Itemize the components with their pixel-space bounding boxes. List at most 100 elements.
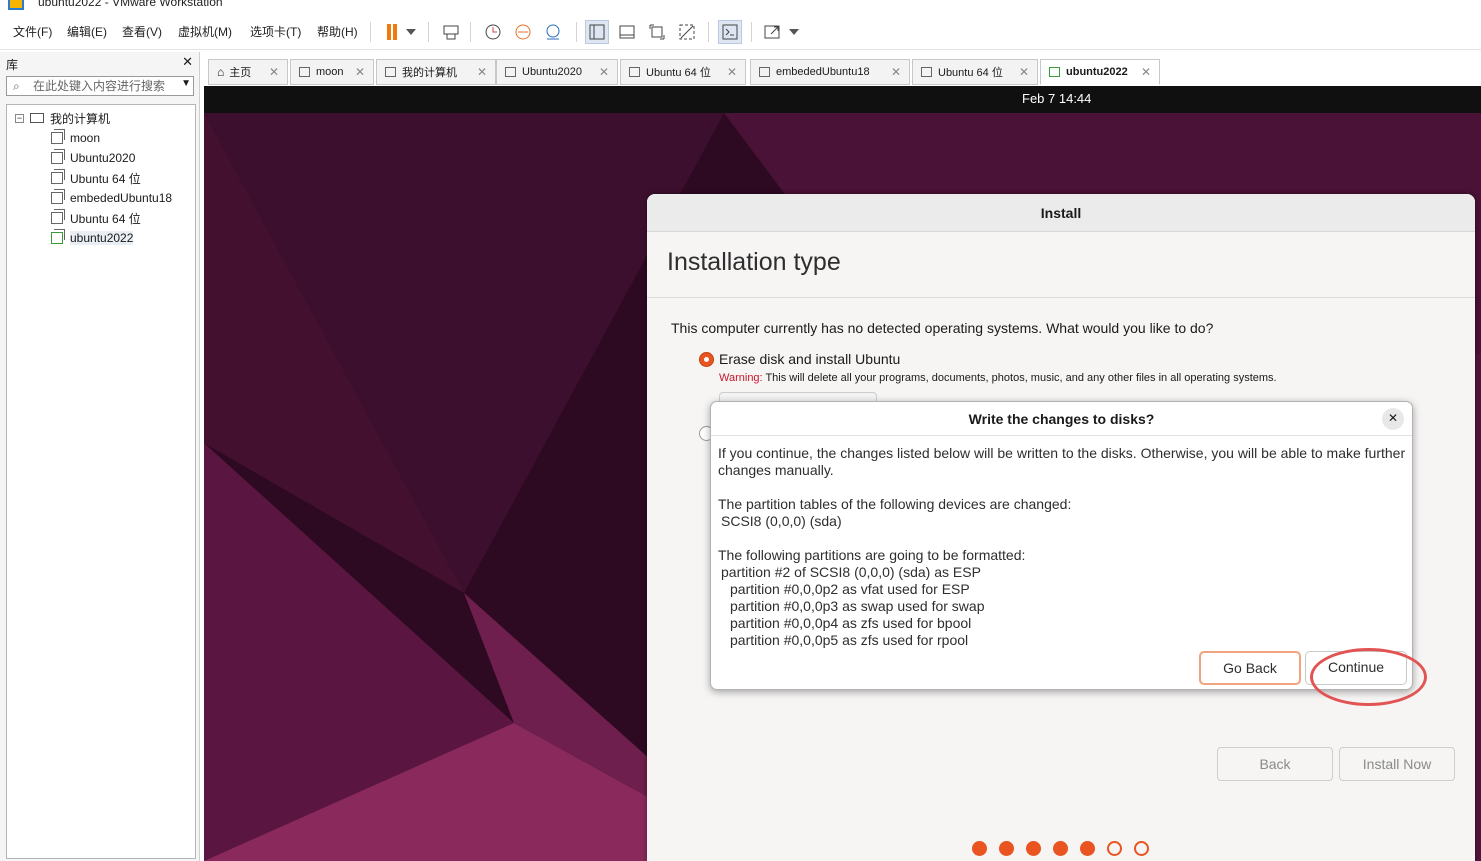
ubuntu-top-bar: Feb 7 14:44 — [204, 86, 1481, 113]
tree-item-ubuntu-64-2[interactable]: Ubuntu 64 位 — [51, 209, 141, 227]
tab-label: embededUbuntu18 — [776, 66, 870, 78]
vm-tree: − 我的计算机 moon Ubuntu2020 Ubuntu 64 位 embe… — [6, 104, 196, 859]
library-view-icon[interactable] — [585, 20, 609, 44]
back-button[interactable]: Back — [1217, 747, 1333, 781]
menu-vm[interactable]: 虚拟机(M) — [178, 23, 232, 40]
menu-tabs[interactable]: 选项卡(T) — [250, 23, 301, 40]
menu-help[interactable]: 帮助(H) — [317, 23, 358, 40]
vm-icon — [51, 169, 65, 184]
vm-icon — [51, 189, 65, 204]
erase-disk-radio[interactable] — [699, 352, 714, 367]
fullscreen-icon[interactable] — [645, 20, 669, 44]
vm-icon — [51, 129, 65, 144]
tab-ubuntu2022[interactable]: ubuntu2022 ✕ — [1040, 59, 1160, 85]
tree-item-ubuntu-64[interactable]: Ubuntu 64 位 — [51, 169, 141, 187]
tree-item-ubuntu2020[interactable]: Ubuntu2020 — [51, 149, 135, 167]
tab-close-icon[interactable]: ✕ — [269, 65, 279, 79]
menu-edit[interactable]: 编辑(E) — [67, 23, 107, 40]
toolbar-separator — [576, 22, 577, 42]
search-input[interactable] — [31, 79, 177, 93]
tab-close-icon[interactable]: ✕ — [477, 65, 487, 79]
go-back-button[interactable]: Go Back — [1199, 651, 1301, 685]
tree-item-embededubuntu18[interactable]: embededUbuntu18 — [51, 189, 172, 207]
toolbar-separator — [370, 22, 371, 42]
vm-icon — [629, 67, 640, 77]
tab-close-icon[interactable]: ✕ — [355, 65, 365, 79]
erase-disk-label[interactable]: Erase disk and install Ubuntu — [719, 351, 900, 367]
tab-moon[interactable]: moon ✕ — [290, 59, 374, 85]
tab-ubuntu-64[interactable]: Ubuntu 64 位 ✕ — [620, 59, 746, 85]
manage-snapshots-icon[interactable] — [541, 20, 565, 44]
clock: Feb 7 14:44 — [1022, 91, 1092, 106]
tab-close-icon[interactable]: ✕ — [1019, 65, 1029, 79]
install-now-button[interactable]: Install Now — [1339, 747, 1455, 781]
progress-dot — [1026, 841, 1041, 856]
tab-label: ubuntu2022 — [1066, 66, 1128, 78]
tab-close-icon[interactable]: ✕ — [599, 65, 609, 79]
tab-ubuntu-64-2[interactable]: Ubuntu 64 位 ✕ — [912, 59, 1038, 85]
vmware-logo-icon — [8, 0, 24, 10]
partitions-heading: The following partitions are going to be… — [718, 547, 1026, 563]
menu-view[interactable]: 查看(V) — [122, 23, 162, 40]
snapshot-icon[interactable] — [481, 20, 505, 44]
tree-root-my-computer[interactable]: − 我的计算机 — [15, 109, 110, 127]
tab-close-icon[interactable]: ✕ — [1141, 65, 1151, 79]
computer-icon — [30, 113, 44, 123]
dropdown-icon[interactable] — [402, 20, 420, 44]
tab-ubuntu2020[interactable]: Ubuntu2020 ✕ — [496, 59, 618, 85]
partition-line: partition #0,0,0p3 as swap used for swap — [730, 598, 985, 614]
vm-running-icon — [51, 229, 65, 244]
library-panel: 库 ✕ ⌕ ▼ − 我的计算机 moon Ubuntu2020 Ubuntu 6… — [0, 52, 200, 861]
toolbar-separator — [708, 22, 709, 42]
divider — [647, 297, 1475, 298]
library-close-icon[interactable]: ✕ — [182, 54, 193, 70]
tree-item-label: moon — [70, 131, 101, 145]
vm-running-icon — [1049, 67, 1060, 77]
dialog-title: Write the changes to disks? — [968, 411, 1155, 427]
partition-table-device: SCSI8 (0,0,0) (sda) — [721, 513, 842, 529]
tree-item-ubuntu2022[interactable]: ubuntu2022 — [51, 229, 134, 247]
menu-file[interactable]: 文件(F) — [13, 23, 52, 40]
dialog-close-icon[interactable]: ✕ — [1382, 408, 1404, 430]
library-search[interactable]: ⌕ ▼ — [6, 76, 194, 96]
stretch-dropdown-icon[interactable] — [785, 20, 803, 44]
vm-icon — [51, 149, 65, 164]
tree-item-moon[interactable]: moon — [51, 129, 100, 147]
tab-home[interactable]: ⌂ 主页 ✕ — [208, 59, 288, 85]
tab-embededubuntu18[interactable]: embededUbuntu18 ✕ — [750, 59, 910, 85]
progress-dot — [972, 841, 987, 856]
tab-close-icon[interactable]: ✕ — [891, 65, 901, 79]
tab-my-computer[interactable]: 我的计算机 ✕ — [376, 59, 496, 85]
collapse-icon[interactable]: − — [15, 113, 24, 123]
window-title: ubuntu2022 - VMware Workstation — [38, 0, 223, 9]
search-icon: ⌕ — [13, 79, 20, 93]
progress-dot — [1107, 841, 1122, 856]
pause-icon[interactable] — [380, 20, 404, 44]
stretch-icon[interactable] — [761, 20, 785, 44]
title-bar: ubuntu2022 - VMware Workstation — [0, 0, 1481, 14]
tab-label: 主页 — [229, 67, 252, 79]
unity-icon[interactable] — [675, 20, 699, 44]
home-icon: ⌂ — [217, 65, 225, 79]
vm-icon — [921, 67, 932, 77]
revert-snapshot-icon[interactable] — [511, 20, 535, 44]
tab-label: Ubuntu2020 — [522, 66, 582, 78]
annotation-circle — [1310, 648, 1427, 706]
partition-tables-heading: The partition tables of the following de… — [718, 496, 1072, 512]
tree-item-label: ubuntu2022 — [70, 231, 134, 245]
tab-close-icon[interactable]: ✕ — [727, 65, 737, 79]
terminal-icon[interactable] — [718, 20, 742, 44]
tab-label: 我的计算机 — [402, 67, 457, 79]
partition-line: partition #0,0,0p4 as zfs used for bpool — [730, 615, 972, 631]
search-dropdown-icon[interactable]: ▼ — [181, 78, 191, 89]
send-keys-icon[interactable] — [439, 20, 463, 44]
installation-question: This computer currently has no detected … — [671, 320, 1214, 336]
erase-warning: Warning: This will delete all your progr… — [719, 372, 1277, 384]
vm-icon — [299, 67, 310, 77]
vm-icon — [505, 67, 516, 77]
dialog-divider — [711, 435, 1412, 436]
console-view-icon[interactable] — [615, 20, 639, 44]
installer-title: Install — [647, 194, 1475, 232]
vm-icon — [759, 67, 770, 77]
menubar: 文件(F) 编辑(E) 查看(V) 虚拟机(M) 选项卡(T) 帮助(H) — [0, 14, 1481, 50]
